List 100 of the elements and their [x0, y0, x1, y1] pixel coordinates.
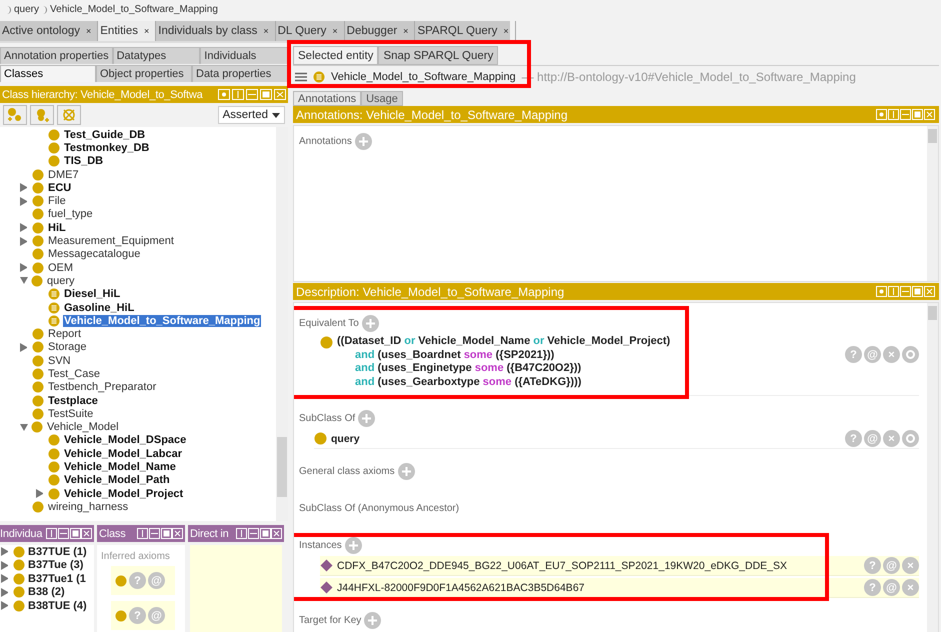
tree-item[interactable]: Testplace	[47, 394, 99, 407]
panel-controls-drawing[interactable]	[876, 286, 936, 297]
tab[interactable]: Individuals by class ×	[156, 21, 276, 41]
expression-line: and (uses_Enginetype some ({B47C20O2}))	[354, 362, 582, 376]
tree-item[interactable]: Measurement_Equipment	[47, 235, 175, 248]
add-subclass-icon[interactable]	[3, 105, 27, 125]
tree-item[interactable]: Storage	[47, 341, 88, 354]
tree-item[interactable]: Messagecatalogue	[47, 248, 142, 260]
tree-item[interactable]: fuel_type	[47, 208, 94, 220]
tree-item[interactable]: ECU	[47, 182, 72, 194]
scrollbar[interactable]	[927, 126, 938, 281]
section-label: Instances	[299, 540, 342, 551]
tree-item[interactable]: OEM	[47, 262, 74, 274]
entry-text: J44HFXL-82000F9D0F1A4562A621BAC3B5D64B67	[337, 582, 584, 594]
tab[interactable]: Selected entity	[293, 46, 378, 65]
tree-item[interactable]: Vehicle_Model_Name	[63, 461, 177, 474]
tree-item[interactable]: TIS_DB	[63, 155, 104, 168]
class-icon	[13, 572, 25, 585]
section-label: SubClass Of (Anonymous Ancestor)	[299, 503, 460, 514]
defined-class-icon	[313, 71, 325, 83]
tab[interactable]: Annotation properties	[0, 47, 113, 64]
individual-icon	[320, 559, 333, 572]
tree-item[interactable]: Vehicle_Model_Labcar	[63, 448, 183, 460]
class-icon	[314, 432, 327, 445]
expression-line: and (uses_Gearboxtype some ({ATeDKG})))	[354, 376, 582, 389]
edit-button[interactable]	[902, 346, 919, 363]
tree-item[interactable]: Diesel_HiL	[63, 288, 122, 300]
tab[interactable]: Debugger ×	[344, 21, 416, 41]
section-label: General class axioms	[299, 466, 395, 477]
tree-item[interactable]: Vehicle_Model_DSpace	[63, 434, 188, 446]
entry-text: CDFX_B47C20O2_DDE945_BG22_U06AT_EU7_SOP2111_SP2021_19KW20_eDKG_DDE_SX	[337, 560, 788, 572]
panel-title: Individua	[0, 528, 42, 540]
tree-item[interactable]: Vehicle_Model_Project	[63, 488, 184, 500]
class-icon	[13, 559, 25, 572]
tree-item[interactable]: HiL	[47, 222, 67, 234]
tab[interactable]: SPARQL Query ×	[415, 21, 516, 41]
add-icon[interactable]	[344, 537, 362, 554]
panel-controls-drawing[interactable]	[236, 528, 282, 539]
menu-icon[interactable]	[295, 72, 307, 82]
entity-name: Vehicle_Model_to_Software_Mapping	[331, 71, 516, 83]
expression-line: ((Dataset_ID or Vehicle_Model_Name or Vehicle_Model_Project)	[337, 335, 672, 348]
add-icon[interactable]	[364, 612, 382, 629]
tab[interactable]: Data properties	[192, 65, 288, 82]
add-sibling-icon[interactable]	[30, 105, 54, 125]
tree-item[interactable]: Vehicle_Model_Path	[63, 474, 171, 486]
tree-item[interactable]: Vehicle_Model	[46, 421, 120, 434]
panel-controls-drawing[interactable]	[46, 528, 92, 539]
panel-controls-drawing[interactable]	[876, 109, 936, 120]
tree-item[interactable]: SVN	[47, 354, 72, 367]
tab[interactable]: Object properties	[96, 65, 192, 82]
tab[interactable]: DL Query ×	[276, 21, 345, 41]
scrollbar-thumb[interactable]	[928, 306, 937, 320]
section-label: Annotations	[299, 136, 352, 147]
panel-title: Class	[99, 528, 126, 540]
scrollbar[interactable]	[927, 303, 938, 632]
add-icon[interactable]	[362, 315, 379, 332]
tree-item[interactable]: Vehicle_Model_to_Software_Mapping	[63, 314, 262, 327]
list-item[interactable]: B37Tue1 (1	[28, 572, 86, 585]
class-icon	[13, 546, 25, 558]
scrollbar-thumb[interactable]	[277, 437, 287, 497]
tab[interactable]: Snap SPARQL Query	[378, 46, 498, 65]
list-item[interactable]: B38 (2)	[28, 586, 65, 598]
tab[interactable]: Entities ×	[98, 21, 156, 41]
tab[interactable]: Usage	[361, 91, 403, 106]
class-icon	[13, 600, 25, 612]
tree-item[interactable]: DME7	[47, 168, 80, 181]
tree-item[interactable]: Testbench_Preparator	[47, 381, 158, 394]
tree-item[interactable]: Gasoline_HiL	[63, 302, 136, 314]
panel-controls-drawing[interactable]	[137, 528, 183, 539]
section-label: Inferred axioms	[100, 550, 171, 564]
tree-item[interactable]: query	[46, 274, 76, 287]
class-icon	[320, 336, 333, 349]
list-item[interactable]: B37Tue (3)	[28, 559, 84, 572]
tree-item[interactable]: TestSuite	[47, 408, 94, 420]
tab[interactable]: Datatypes	[112, 47, 200, 64]
panel-controls-drawing[interactable]	[218, 89, 286, 100]
tree-item[interactable]: Testmonkey_DB	[63, 142, 150, 154]
list-item[interactable]: B38TUE (4)	[28, 600, 87, 612]
mode-dropdown[interactable]: Asserted	[218, 106, 285, 124]
list-item[interactable]: B37TUE (1)	[28, 546, 87, 558]
tree-item[interactable]: wireing_harness	[47, 500, 130, 513]
add-icon[interactable]	[354, 133, 372, 150]
add-icon[interactable]	[358, 410, 376, 427]
tree-item[interactable]: Test_Guide_DB	[63, 128, 146, 141]
tab[interactable]: Classes	[0, 65, 96, 82]
breadcrumb-item[interactable]: Vehicle_Model_to_Software_Mapping	[50, 4, 218, 15]
tree-item[interactable]: Report	[47, 328, 82, 340]
tree-item[interactable]: File	[47, 195, 67, 208]
delete-class-icon[interactable]	[57, 105, 81, 125]
individual-icon	[320, 581, 333, 594]
tree-item[interactable]: Test_Case	[47, 368, 101, 380]
tab[interactable]: Individuals	[200, 47, 288, 64]
tab[interactable]: Annotations	[293, 91, 362, 106]
scrollbar-thumb[interactable]	[928, 129, 937, 143]
breadcrumb-item[interactable]: query	[14, 4, 40, 15]
add-icon[interactable]	[398, 463, 415, 480]
expression-line: and (uses_Boardnet some ({SP2021}))	[354, 348, 556, 362]
section-label: Equivalent To	[299, 318, 359, 329]
panel-title: Class hierarchy: Vehicle_Model_to_Softwa	[2, 88, 203, 100]
edit-button[interactable]	[902, 430, 919, 447]
